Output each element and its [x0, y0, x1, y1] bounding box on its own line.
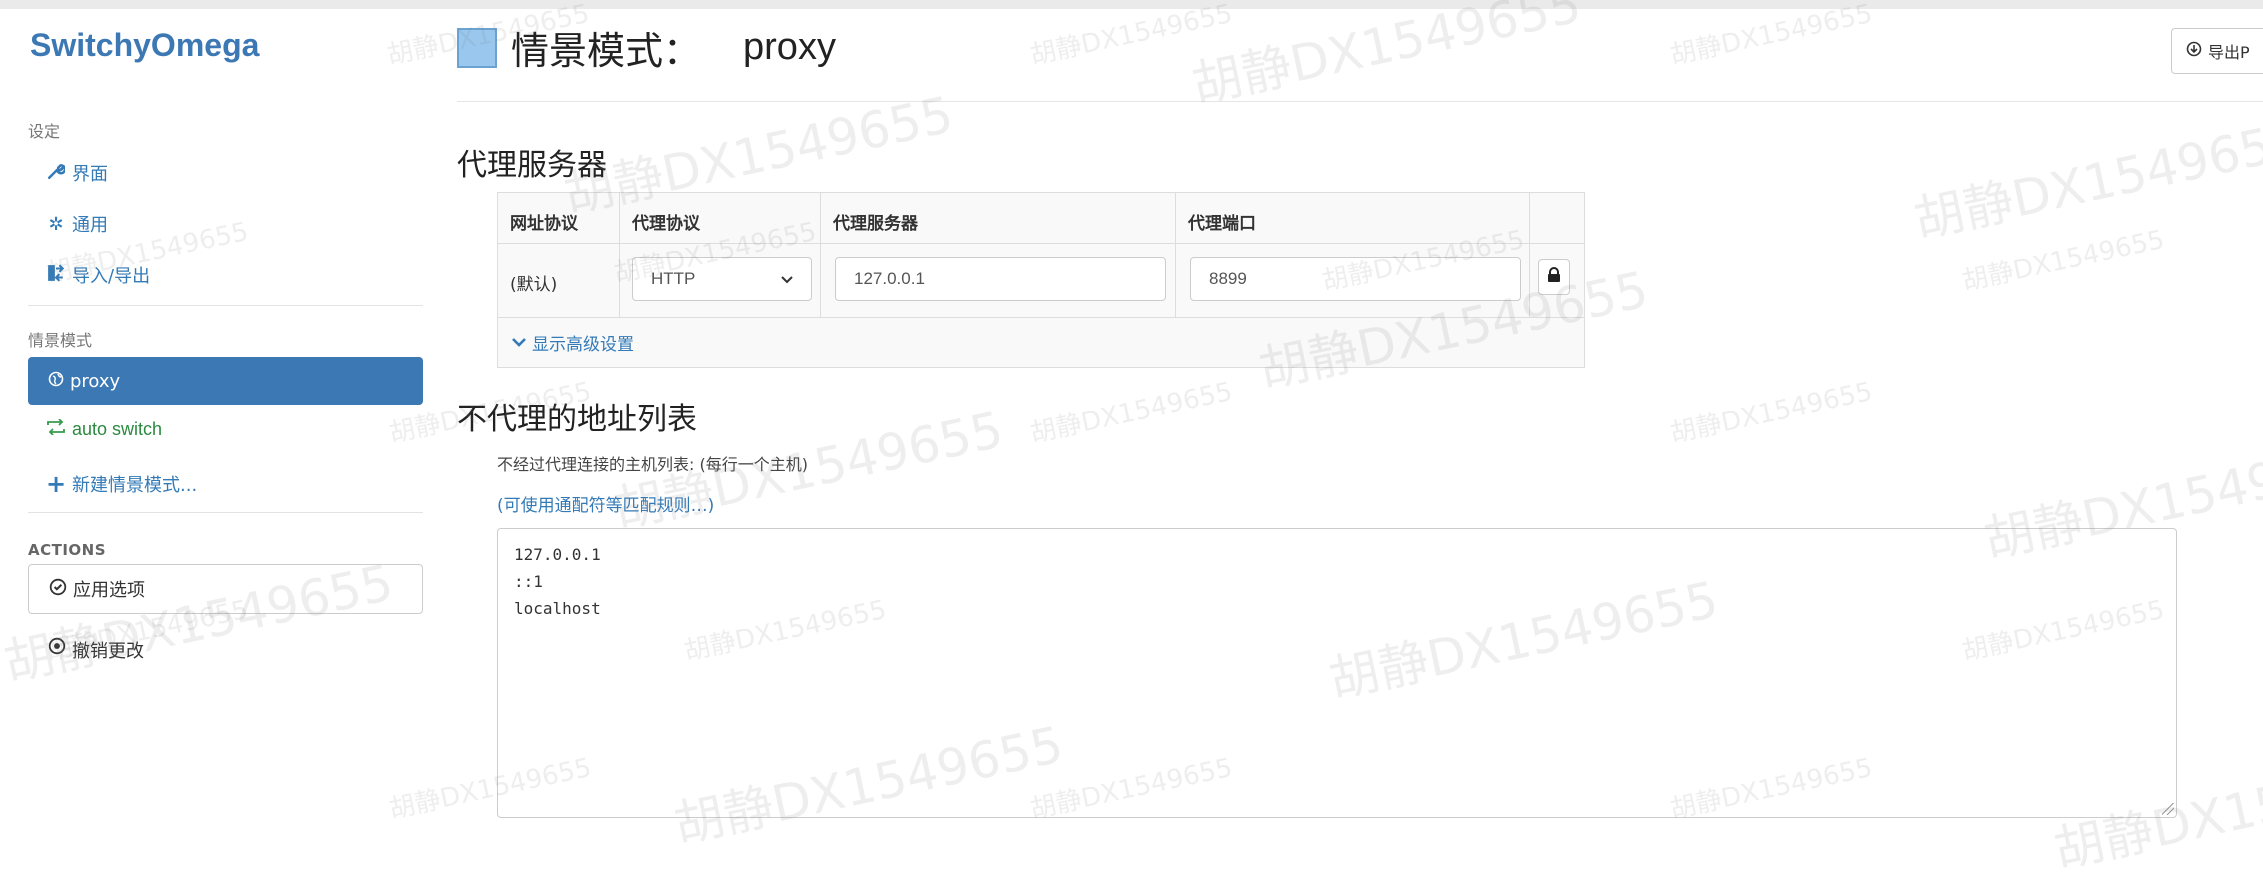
lock-icon: [1547, 267, 1561, 287]
sidebar-item-label: 导入/导出: [72, 266, 151, 287]
watermark-text: 胡静DX1549655: [1027, 0, 1236, 71]
column-header-server: 代理服务器: [833, 214, 918, 234]
revert-circle-icon: [48, 637, 66, 663]
scheme-cell: (默认): [510, 275, 558, 295]
watermark-text: 胡静DX1549655: [1667, 0, 1876, 71]
wildcard-rules-link[interactable]: (可使用通配符等匹配规则…): [497, 491, 714, 516]
table-footer-separator: [498, 317, 1584, 318]
protocol-select-value: HTTP: [651, 269, 696, 288]
plus-icon: +: [46, 470, 67, 498]
bypass-list-heading: 不代理的地址列表: [457, 402, 697, 437]
proxy-port-value: 8899: [1209, 269, 1247, 288]
download-circle-icon: [2186, 41, 2202, 61]
sidebar-item-new-profile[interactable]: + 新建情景模式...: [46, 470, 197, 498]
apply-options-label: 应用选项: [73, 580, 145, 601]
settings-section-header: 设定: [28, 122, 61, 141]
show-advanced-label: 显示高级设置: [532, 335, 634, 355]
watermark-text: 胡静DX1549655: [1027, 376, 1236, 449]
revert-changes-button[interactable]: 撤销更改: [48, 637, 144, 663]
sidebar-item-label: 通用: [72, 215, 108, 236]
page-title-profile-name: proxy: [743, 26, 836, 68]
wrench-icon: [46, 162, 67, 185]
globe-icon: [48, 371, 64, 392]
header-divider: [457, 101, 2263, 102]
proxy-server-table: 网址协议 代理协议 代理服务器 代理端口 (默认) HTTP 127.0.0.1…: [497, 192, 1585, 368]
sidebar-item-import-export[interactable]: 导入/导出: [46, 262, 150, 288]
bypass-list-textarea[interactable]: 127.0.0.1 ::1 localhost: [497, 528, 2177, 818]
sidebar-item-proxy[interactable]: proxy: [28, 357, 423, 405]
sidebar-item-label: 新建情景模式...: [72, 475, 198, 496]
export-pac-label: 导出P: [2208, 43, 2250, 62]
column-header-port: 代理端口: [1188, 214, 1256, 234]
sidebar-item-label: proxy: [70, 370, 121, 392]
sidebar: SwitchyOmega 设定 界面 ✲ 通用 导入/导出 情景模式 proxy…: [0, 9, 440, 861]
export-pac-button[interactable]: 导出P: [2171, 28, 2263, 74]
watermark-text: 胡静DX1549655: [1909, 110, 2263, 250]
column-header-protocol: 代理协议: [632, 214, 700, 234]
brand-title[interactable]: SwitchyOmega: [30, 27, 259, 64]
import-export-icon: [46, 263, 66, 287]
auth-lock-button[interactable]: [1538, 259, 1570, 295]
column-header-scheme: 网址协议: [510, 214, 578, 234]
page-title-label: 情景模式：: [511, 29, 702, 73]
profile-color-swatch[interactable]: [457, 27, 497, 68]
check-circle-icon: [49, 578, 67, 601]
revert-changes-label: 撤销更改: [72, 641, 144, 662]
proxy-port-input[interactable]: 8899: [1190, 257, 1521, 301]
show-advanced-link[interactable]: 显示高级设置: [512, 330, 634, 355]
sidebar-item-label: auto switch: [72, 419, 163, 439]
proxy-server-input[interactable]: 127.0.0.1: [835, 257, 1166, 301]
watermark-text: 胡静DX1549655: [1187, 0, 1586, 115]
gear-icon: ✲: [48, 213, 64, 235]
sidebar-item-general[interactable]: ✲ 通用: [46, 211, 108, 237]
table-header-separator: [498, 243, 1584, 244]
apply-options-button[interactable]: 应用选项: [28, 564, 423, 614]
chevron-down-icon: [781, 269, 793, 289]
watermark-text: 胡静DX1549655: [1959, 224, 2168, 297]
bypass-description: 不经过代理连接的主机列表: (每行一个主机): [497, 455, 808, 474]
watermark-text: 胡静DX1549655: [1667, 376, 1876, 449]
actions-section-header: ACTIONS: [28, 541, 107, 559]
sidebar-divider: [28, 305, 423, 306]
switch-arrows-icon: [46, 418, 66, 440]
sidebar-item-auto-switch[interactable]: auto switch: [46, 418, 163, 440]
chevron-down-icon: [512, 333, 526, 353]
proxy-servers-heading: 代理服务器: [457, 148, 607, 183]
sidebar-divider: [28, 512, 423, 513]
textarea-resize-grip[interactable]: [2162, 803, 2177, 818]
page-header: 情景模式： proxy: [457, 20, 836, 75]
proxy-server-value: 127.0.0.1: [854, 269, 925, 288]
top-strip: [0, 0, 2263, 9]
sidebar-item-label: 界面: [72, 164, 108, 185]
sidebar-item-interface[interactable]: 界面: [46, 160, 108, 186]
profiles-section-header: 情景模式: [28, 331, 93, 350]
protocol-select[interactable]: HTTP: [632, 257, 812, 301]
